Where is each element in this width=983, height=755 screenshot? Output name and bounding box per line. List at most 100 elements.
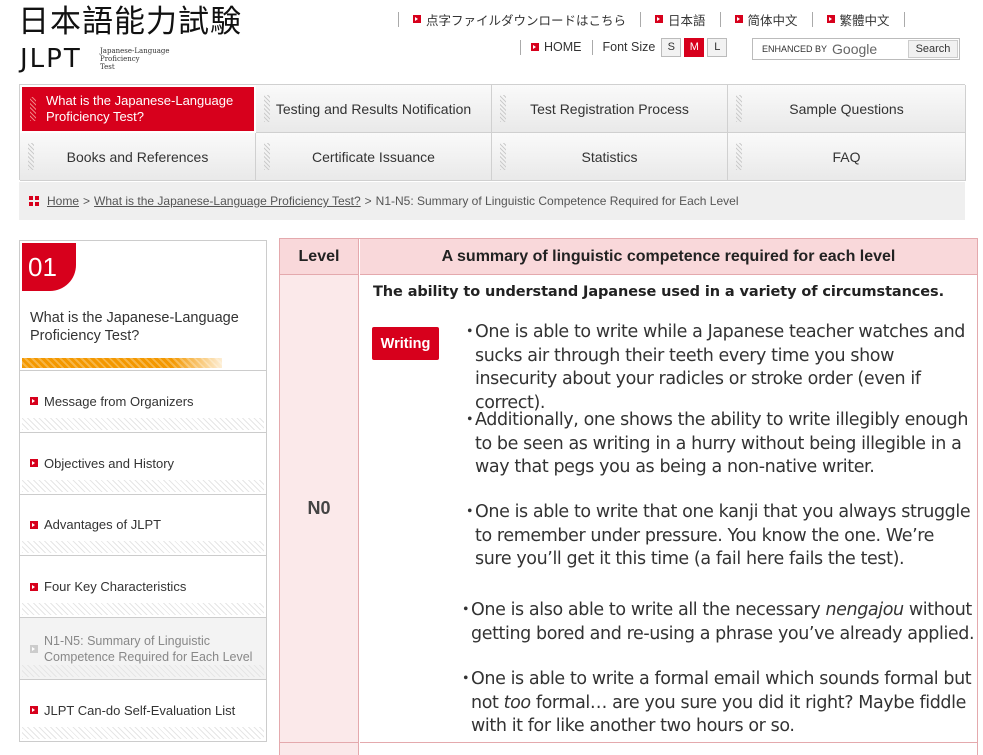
sidebar-item-label: JLPT Can-do Self-Evaluation List: [44, 702, 236, 718]
arrow-bullet-icon: [30, 582, 38, 591]
nav-books-references[interactable]: Books and References: [20, 133, 256, 181]
site-search: ENHANCED BY Google Search: [752, 38, 960, 60]
arrow-bullet-icon: [413, 15, 421, 23]
bullet-marker: ・: [457, 600, 475, 620]
breadcrumb: Home > What is the Japanese-Language Pro…: [19, 182, 965, 220]
jlpt-logo[interactable]: 日本語能力試験 JLPT Japanese-Language Proficien…: [18, 4, 268, 80]
arrow-bullet-icon: [30, 397, 38, 406]
logo-subtitle-line: Proficiency: [100, 55, 140, 63]
search-placeholder-text: ENHANCED BY: [762, 44, 828, 54]
sidebar-item-summary[interactable]: N1-N5: Summary of Linguistic Competence …: [19, 618, 267, 680]
sidebar: 01 What is the Japanese-Language Profici…: [19, 240, 267, 755]
link-label: 简体中文: [747, 12, 798, 28]
summary-lead: The ability to understand Japanese used …: [373, 284, 944, 300]
breadcrumb-separator: >: [83, 194, 91, 208]
lang-simplified-chinese-link[interactable]: 简体中文: [721, 10, 812, 29]
sidebar-title: What is the Japanese-Language Proficienc…: [30, 310, 239, 344]
bullet-marker: ・: [461, 322, 479, 342]
sidebar-item-label: Advantages of JLPT: [44, 517, 162, 533]
divider: [903, 11, 905, 27]
google-brand: Google: [832, 41, 878, 57]
nav-testing-results[interactable]: Testing and Results Notification: [256, 85, 492, 133]
breadcrumb-separator: >: [364, 194, 372, 208]
sidebar-header: 01 What is the Japanese-Language Profici…: [19, 240, 267, 371]
arrow-bullet-icon: [734, 15, 743, 23]
sidebar-item-objectives[interactable]: Objectives and History: [19, 432, 267, 495]
font-size-medium-button[interactable]: M: [684, 37, 705, 57]
logo-title-jp: 日本語能力試験: [18, 4, 242, 40]
bullet-item: ・ Additionally, one shows the ability to …: [461, 409, 975, 480]
breadcrumb-home-link[interactable]: Home: [47, 194, 79, 208]
arrow-bullet-icon: [826, 15, 835, 23]
lang-traditional-chinese-link[interactable]: 繁體中文: [813, 10, 904, 29]
header-level: Level: [280, 239, 359, 274]
bullet-item: ・ One is also able to write all the neces…: [457, 599, 976, 646]
nav-sample-questions[interactable]: Sample Questions: [728, 85, 966, 133]
bullet-marker: ・: [457, 669, 475, 689]
search-button[interactable]: Search: [908, 40, 958, 58]
main-nav: What is the Japanese-Language Proficienc…: [19, 84, 966, 181]
bullet-text: One is able to write while a Japanese te…: [475, 322, 965, 413]
header-summary: A summary of linguistic competence requi…: [360, 239, 977, 274]
bullet-item: ・ One is able to write while a Japanese t…: [461, 321, 977, 415]
bullet-marker: ・: [461, 410, 479, 430]
next-summary-cell: [360, 742, 977, 755]
level-cell: N0: [280, 274, 359, 742]
bullet-text: formal… are you sure you did it right? M…: [471, 692, 966, 737]
utility-row: HOME Font Size S M L: [520, 37, 730, 57]
bullet-item: ・ One is able to write that one kanji tha…: [461, 501, 975, 572]
sidebar-item-label: N1-N5: Summary of Linguistic Competence …: [44, 633, 253, 664]
link-label: 日本語: [668, 12, 706, 28]
home-label: HOME: [544, 40, 582, 54]
arrow-bullet-icon: [531, 43, 539, 51]
bullet-text: One is able to write that one kanji that…: [475, 502, 971, 569]
nav-certificate-issuance[interactable]: Certificate Issuance: [256, 133, 492, 181]
font-size-small-button[interactable]: S: [661, 37, 682, 57]
bullet-text: One is also able to write all the necess…: [471, 600, 826, 620]
next-level-cell: [280, 742, 359, 755]
bullet-text: Additionally, one shows the ability to w…: [475, 410, 969, 477]
home-link[interactable]: HOME: [521, 40, 592, 54]
sidebar-item-advantages[interactable]: Advantages of JLPT: [19, 494, 267, 557]
decorative-stripe: [22, 358, 232, 368]
skill-tag-writing: Writing: [372, 327, 439, 360]
sidebar-item-label: Four Key Characteristics: [44, 579, 187, 595]
sidebar-item-message[interactable]: Message from Organizers: [19, 371, 267, 433]
font-size-label: Font Size: [602, 40, 656, 54]
sidebar-item-label: Objectives and History: [44, 455, 175, 471]
section-number-badge: 01: [22, 243, 76, 291]
sidebar-item-characteristics[interactable]: Four Key Characteristics: [19, 556, 267, 619]
arrow-bullet-icon: [30, 644, 38, 653]
nav-what-is-jlpt[interactable]: What is the Japanese-Language Proficienc…: [20, 85, 256, 133]
lang-japanese-link[interactable]: 日本語: [641, 10, 720, 29]
logo-subtitle: Japanese-Language Proficiency Test: [100, 47, 170, 71]
top-links: 点字ファイルダウンロードはこちら 日本語 简体中文 繁體中文: [398, 10, 905, 28]
logo-subtitle-line: Test: [100, 63, 115, 71]
breadcrumb-current: N1-N5: Summary of Linguistic Competence …: [375, 194, 739, 208]
sidebar-item-can-do-list[interactable]: JLPT Can-do Self-Evaluation List: [19, 679, 267, 742]
bullet-emphasis: too: [503, 692, 531, 713]
logo-title-en: JLPT: [20, 44, 82, 74]
summary-cell: The ability to understand Japanese used …: [360, 274, 977, 742]
next-row: [280, 742, 977, 755]
competence-table: Level A summary of linguistic competence…: [279, 238, 978, 755]
nav-test-registration[interactable]: Test Registration Process: [492, 85, 728, 133]
font-size-large-button[interactable]: L: [707, 37, 728, 57]
bullet-item: ・ One is able to write a formal email whi…: [457, 668, 976, 739]
nav-faq[interactable]: FAQ: [728, 133, 966, 181]
nav-statistics[interactable]: Statistics: [492, 133, 728, 181]
sidebar-item-label: Message from Organizers: [44, 393, 194, 409]
link-label: 点字ファイルダウンロードはこちら: [426, 12, 627, 28]
search-input[interactable]: ENHANCED BY Google: [753, 39, 908, 59]
breadcrumb-parent-link[interactable]: What is the Japanese-Language Proficienc…: [94, 194, 361, 208]
bullet-emphasis: nengajou: [825, 600, 904, 620]
arrow-bullet-icon: [30, 459, 38, 468]
arrow-bullet-icon: [655, 15, 664, 23]
arrow-bullet-icon: [30, 706, 38, 715]
bullet-marker: ・: [461, 502, 479, 522]
logo-subtitle-line: Japanese-Language: [100, 47, 170, 55]
link-label: 繁體中文: [839, 12, 890, 28]
home-grid-icon: [29, 196, 39, 206]
braille-download-link[interactable]: 点字ファイルダウンロードはこちら: [399, 10, 640, 29]
arrow-bullet-icon: [30, 520, 38, 529]
